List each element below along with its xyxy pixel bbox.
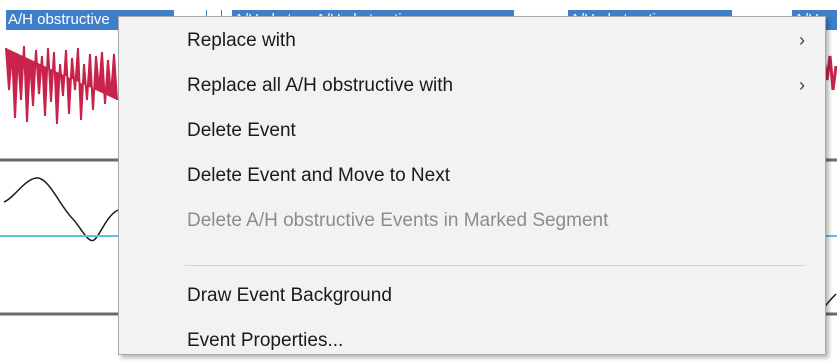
black-signal-trace [3,177,119,242]
menu-item-delete-and-next[interactable]: Delete Event and Move to Next [119,153,825,198]
red-signal-trace [5,45,118,125]
chevron-right-icon: › [799,75,805,95]
chevron-right-icon: › [799,30,805,50]
menu-item-replace-all[interactable]: Replace all A/H obstructive with › [119,63,825,108]
menu-item-draw-background[interactable]: Draw Event Background [119,273,825,318]
menu-item-delete-event[interactable]: Delete Event [119,108,825,153]
menu-item-replace-with[interactable]: Replace with › [119,18,825,63]
menu-item-delete-in-segment: Delete A/H obstructive Events in Marked … [187,210,609,231]
event-context-menu: Replace with › Replace all A/H obstructi… [118,16,826,355]
menu-separator [185,265,805,266]
menu-item-event-properties[interactable]: Event Properties... [119,318,825,363]
